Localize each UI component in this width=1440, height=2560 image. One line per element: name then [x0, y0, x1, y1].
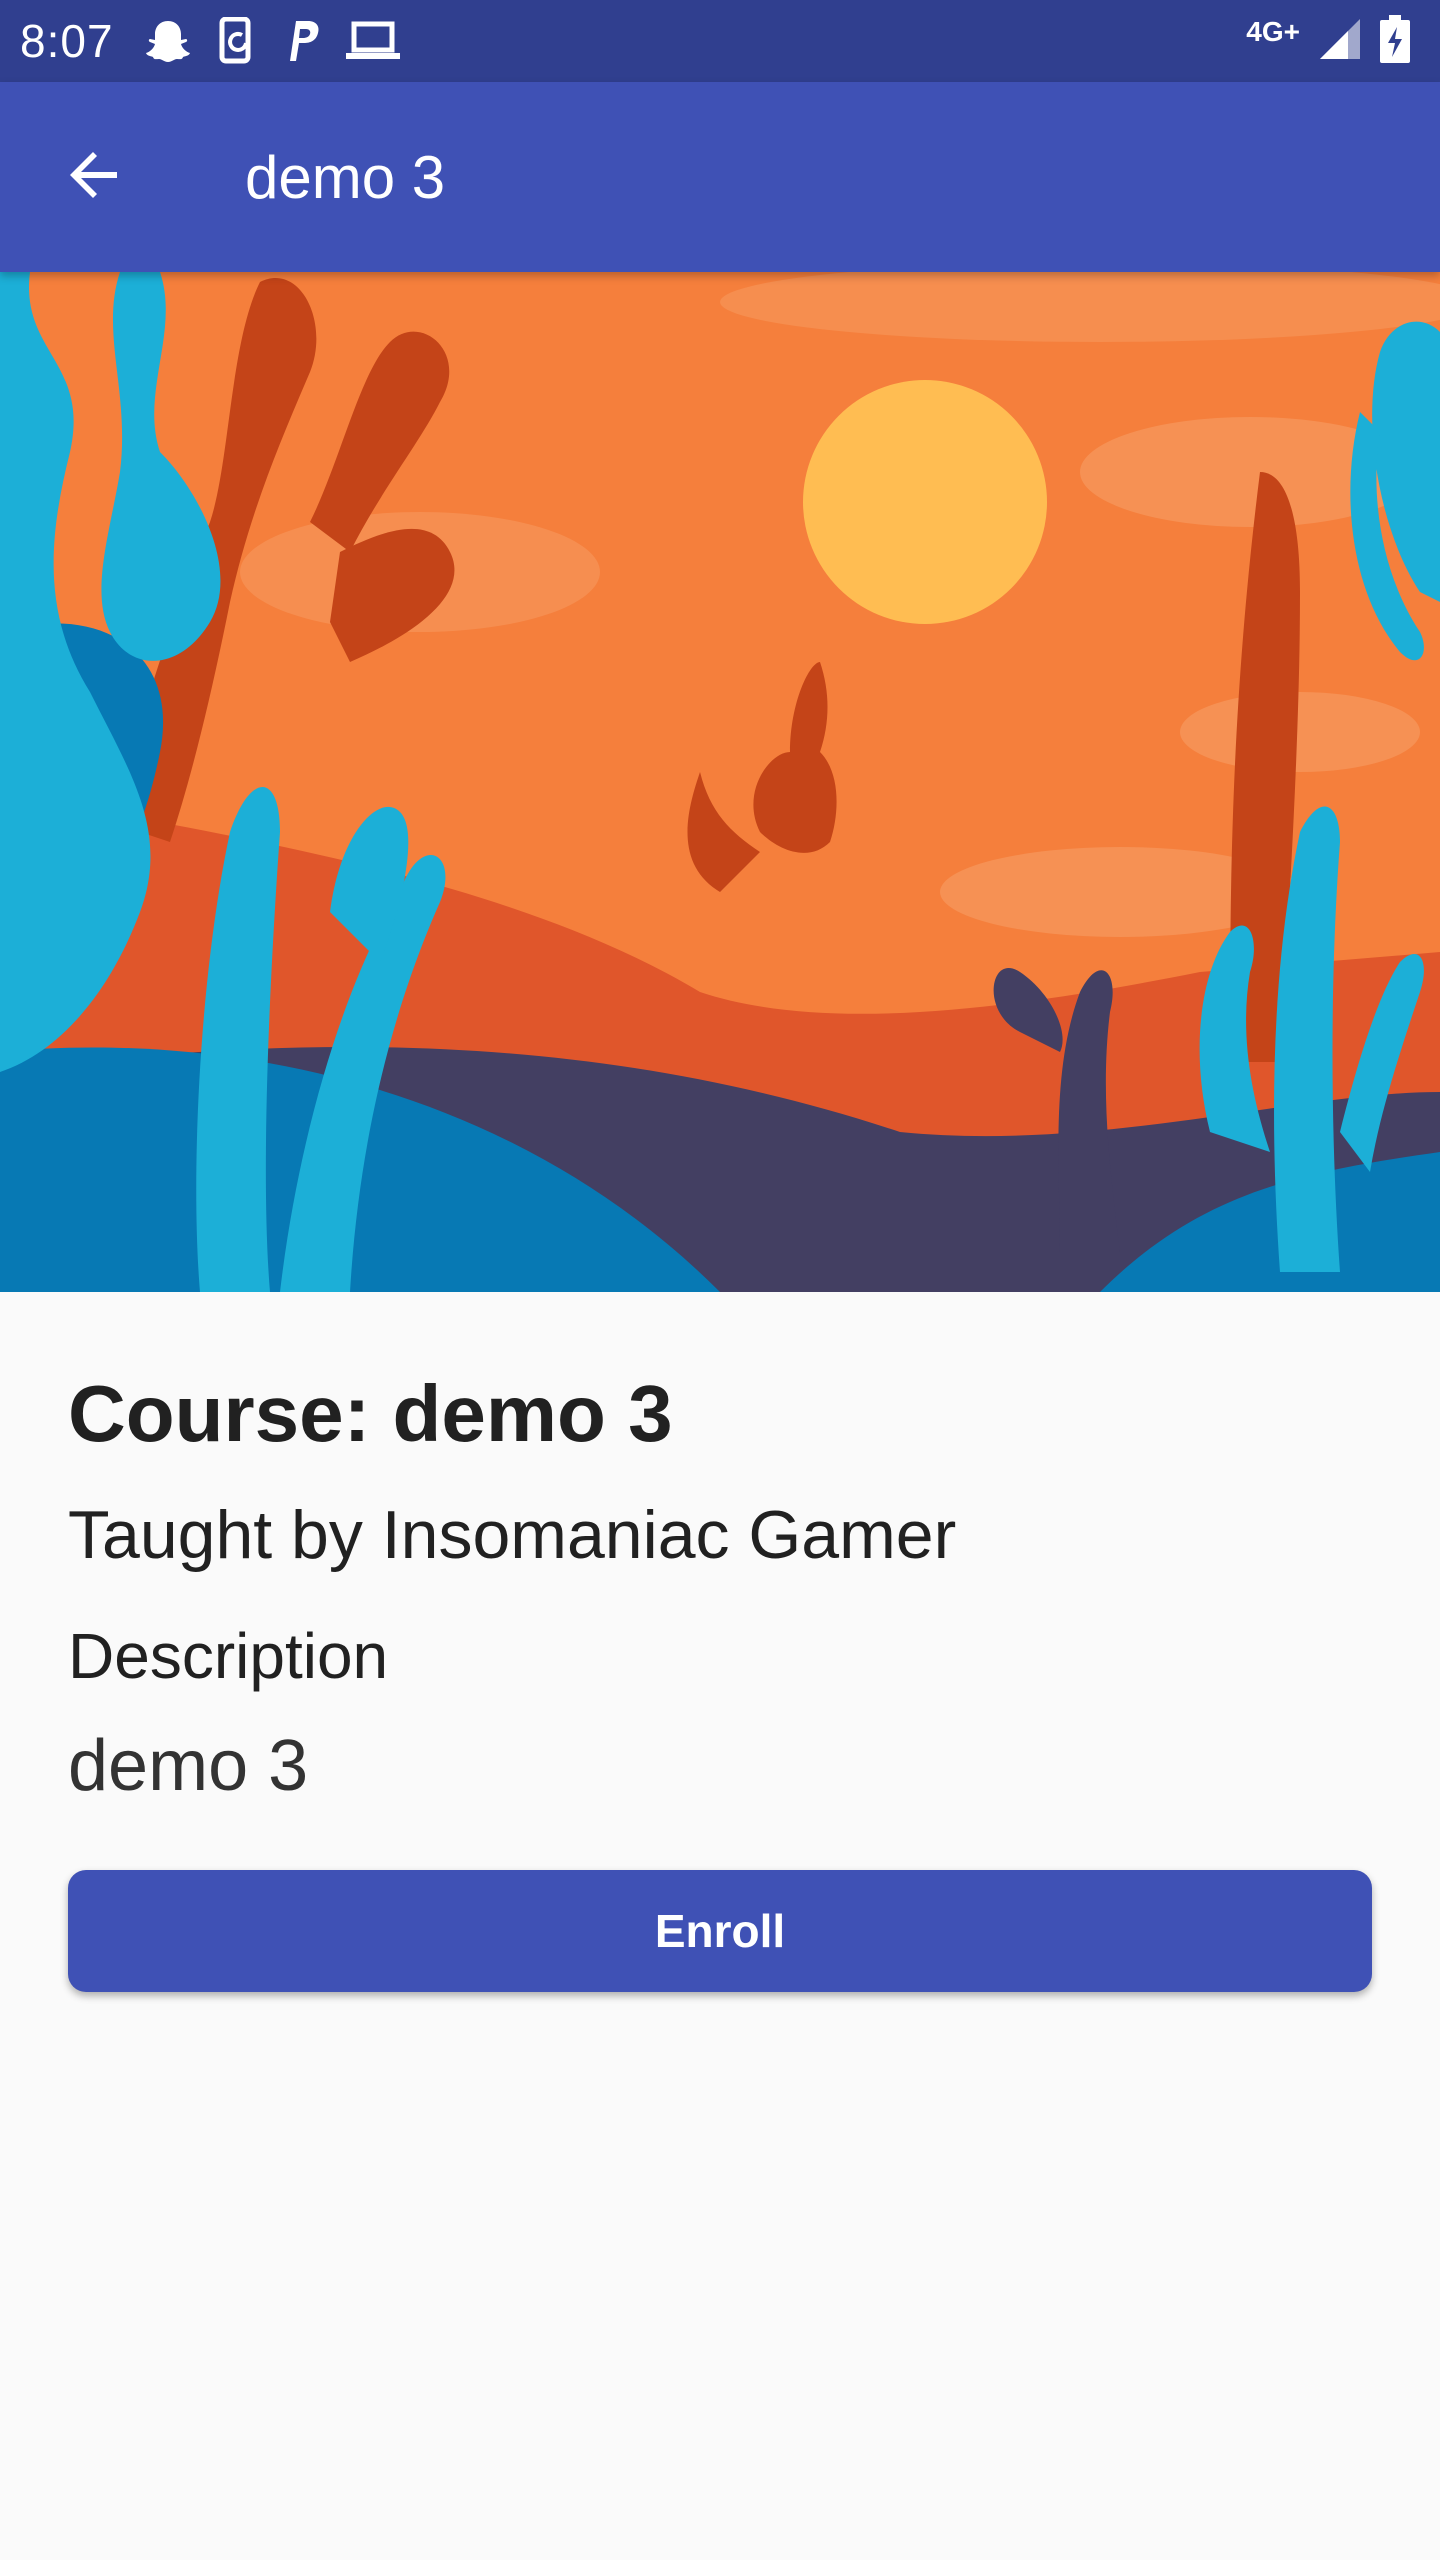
phone-sync-icon — [218, 17, 258, 65]
course-details: Course: demo 3 Taught by Insomaniac Game… — [68, 1370, 1372, 1806]
signal-icon — [1318, 17, 1362, 66]
course-description: demo 3 — [68, 1726, 309, 1807]
notification-icons — [144, 17, 400, 65]
course-banner-image — [0, 272, 1440, 1292]
back-button[interactable] — [35, 117, 155, 237]
status-bar: 8:07 4G+ — [0, 0, 1440, 82]
status-time: 8:07 — [20, 15, 114, 67]
course-instructor: Taught by Insomaniac Gamer — [68, 1497, 957, 1573]
network-type: 4G+ — [1246, 16, 1300, 47]
arrow-back-icon — [65, 145, 125, 210]
battery-charging-icon — [1380, 14, 1410, 68]
status-right: 4G+ — [1246, 14, 1410, 68]
description-heading: Description — [68, 1619, 389, 1692]
app-bar-title: demo 3 — [245, 143, 446, 211]
app-bar: demo 3 — [0, 82, 1440, 272]
enroll-button[interactable]: Enroll — [68, 1870, 1372, 1992]
laptop-icon — [345, 21, 400, 61]
course-title: Course: demo 3 — [68, 1369, 673, 1458]
snapchat-icon — [144, 19, 192, 63]
desert-coyote-illustration — [0, 272, 1440, 1292]
paypal-icon — [284, 19, 320, 63]
